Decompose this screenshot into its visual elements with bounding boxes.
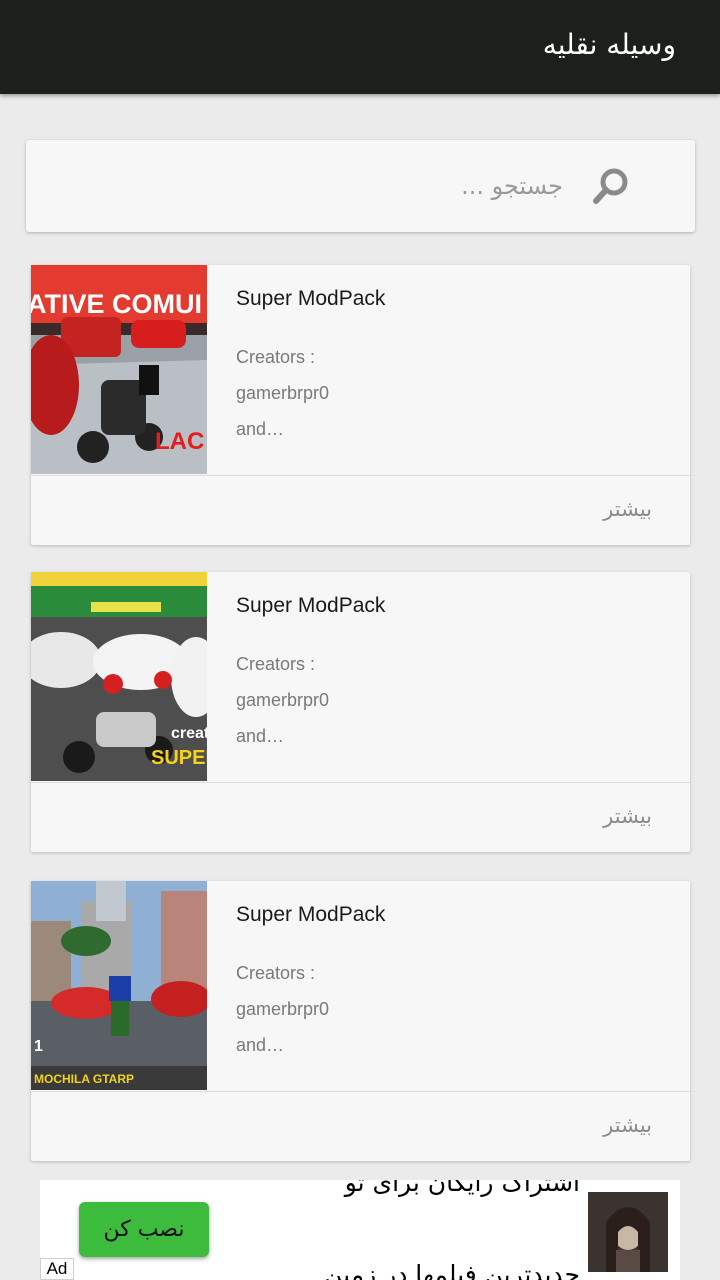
description-line: Creators : [236, 963, 316, 983]
description-line: Creators : [236, 347, 316, 367]
list-item[interactable]: creat SUPER Super ModPack Creators : gam… [31, 572, 690, 852]
thumbnail-caption: creat [171, 725, 207, 742]
card-description: Creators : gamerbrpr0 and… [236, 955, 329, 1063]
divider [31, 1091, 690, 1092]
thumbnail-caption: 1 [34, 1038, 43, 1055]
list-item[interactable]: MOCHILA GTARP 1 Super ModPack Creators :… [31, 881, 690, 1161]
card-title: Super ModPack [236, 903, 386, 926]
thumbnail-image[interactable]: MOCHILA GTARP 1 [31, 881, 207, 1090]
more-button[interactable]: بیشتر [603, 804, 652, 828]
description-line: and… [236, 726, 285, 746]
page-title: وسیله نقلیه [542, 28, 676, 61]
ad-image[interactable] [588, 1192, 668, 1272]
install-button[interactable]: نصب کن [79, 1202, 209, 1257]
thumbnail-image[interactable]: creat SUPER [31, 572, 207, 781]
card-description: Creators : gamerbrpr0 and… [236, 646, 329, 754]
thumbnail-caption: SUPER [151, 747, 207, 769]
ad-subtitle[interactable]: جدیدترین فیلمها در زمین [324, 1260, 580, 1280]
more-button[interactable]: بیشتر [603, 497, 652, 521]
divider [31, 475, 690, 476]
card-title: Super ModPack [236, 594, 386, 617]
description-line: Creators : [236, 654, 316, 674]
description-line: and… [236, 1035, 285, 1055]
description-line: and… [236, 419, 285, 439]
more-button[interactable]: بیشتر [603, 1113, 652, 1137]
thumbnail-caption: ATIVE COMUI [31, 289, 202, 319]
description-line: gamerbrpr0 [236, 999, 330, 1019]
divider [31, 782, 690, 783]
search-box[interactable] [26, 140, 695, 232]
search-icon[interactable] [589, 164, 633, 208]
card-title: Super ModPack [236, 287, 386, 310]
ad-banner[interactable]: اشتراک رایگان برای تو جدیدترین فیلمها در… [40, 1180, 680, 1280]
list-item[interactable]: ATIVE COMUI LAC Super ModPack Creators :… [31, 265, 690, 545]
ad-headline[interactable]: اشتراک رایگان برای تو [345, 1180, 580, 1197]
thumbnail-caption: LAC [155, 428, 204, 455]
ad-badge: Ad [40, 1258, 74, 1280]
thumbnail-caption: MOCHILA GTARP [34, 1072, 134, 1086]
card-description: Creators : gamerbrpr0 and… [236, 339, 329, 447]
search-input[interactable] [143, 164, 563, 208]
description-line: gamerbrpr0 [236, 383, 330, 403]
app-bar: وسیله نقلیه [0, 0, 720, 94]
thumbnail-image[interactable]: ATIVE COMUI LAC [31, 265, 207, 474]
description-line: gamerbrpr0 [236, 690, 330, 710]
